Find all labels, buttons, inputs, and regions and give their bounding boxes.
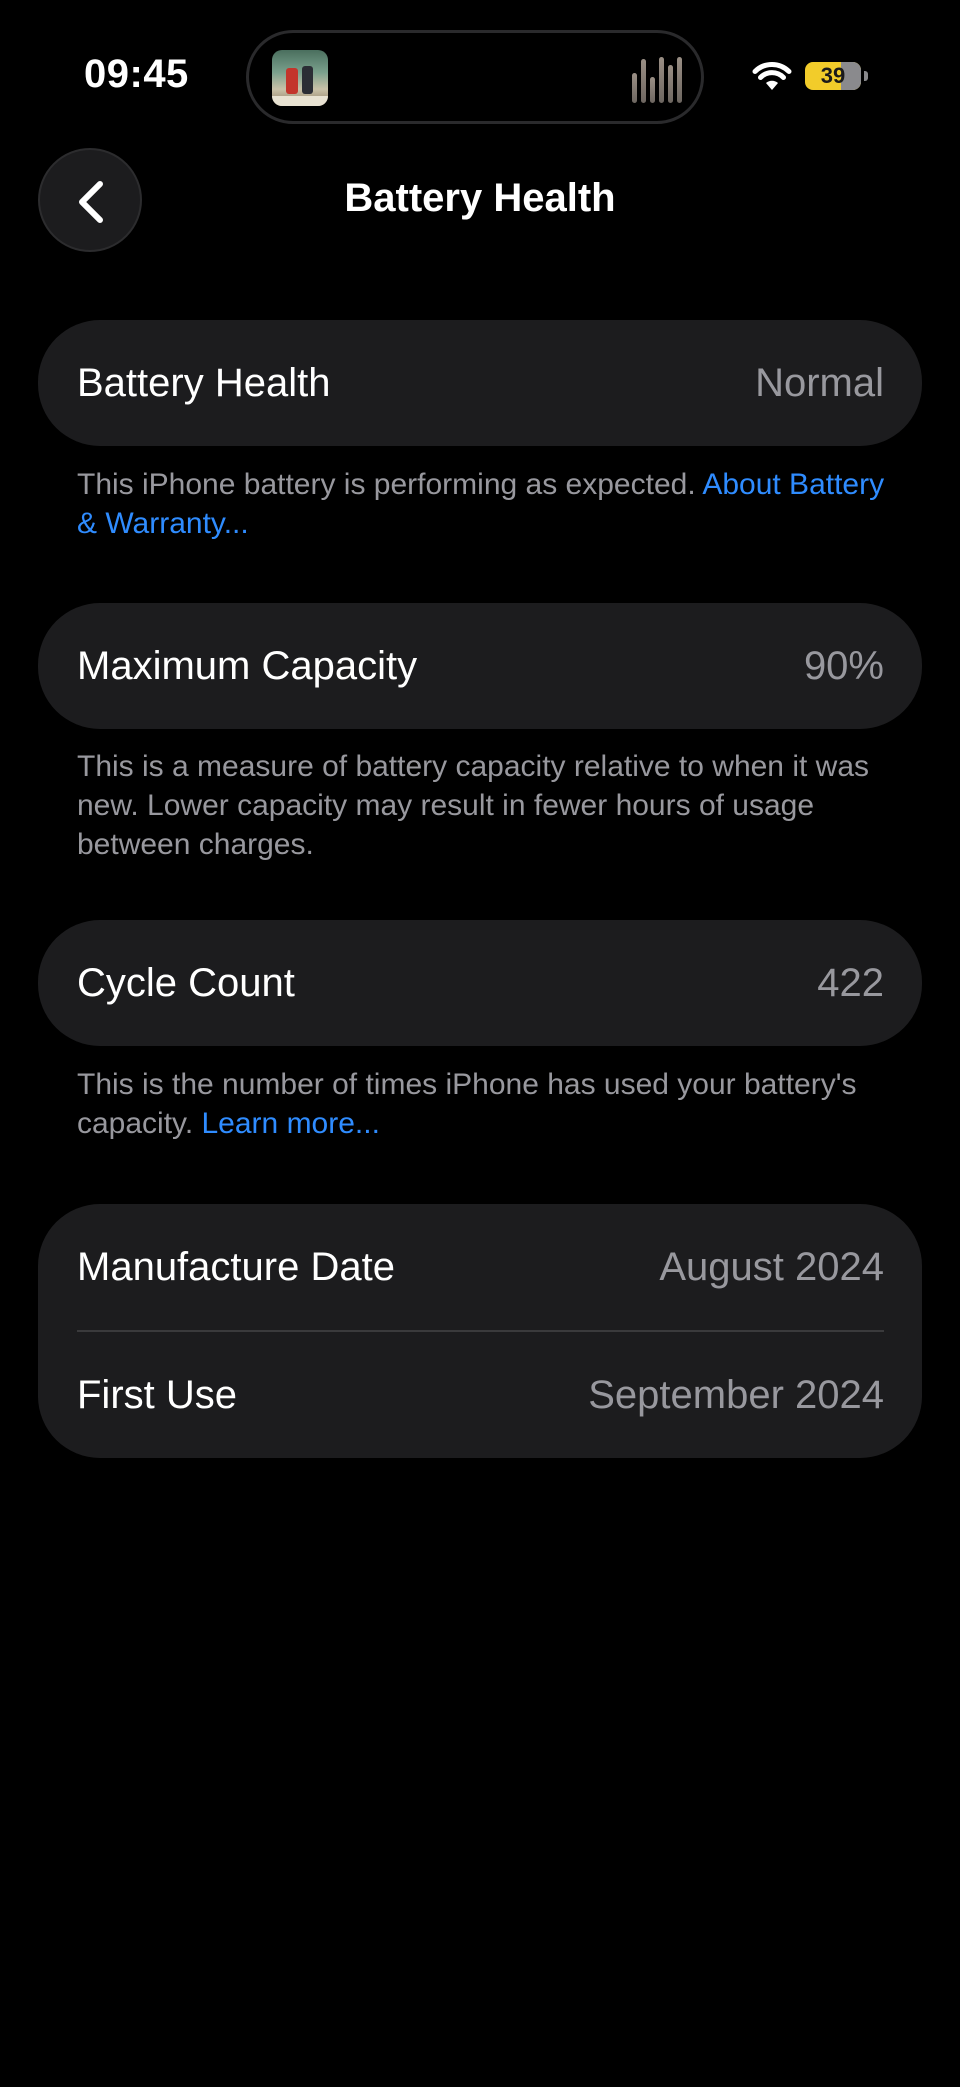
- battery-health-footnote-text: This iPhone battery is performing as exp…: [77, 468, 703, 501]
- first-use-label: First Use: [77, 1372, 237, 1417]
- cycle-count-footnote-text: This is the number of times iPhone has u…: [77, 1068, 857, 1140]
- first-use-row: First Use September 2024: [38, 1332, 922, 1458]
- maximum-capacity-card: Maximum Capacity 90%: [38, 603, 922, 729]
- battery-health-value: Normal: [755, 360, 884, 405]
- page-title: Battery Health: [344, 176, 616, 220]
- manufacture-date-value: August 2024: [659, 1244, 884, 1289]
- maximum-capacity-value: 90%: [803, 643, 884, 688]
- dynamic-island[interactable]: [246, 30, 704, 124]
- learn-more-link[interactable]: Learn more...: [202, 1107, 380, 1140]
- battery-health-screen: 09:45 39 Battery Health Battery Health N…: [0, 0, 960, 2087]
- cycle-count-card: Cycle Count 422: [38, 920, 922, 1046]
- maximum-capacity-label: Maximum Capacity: [77, 643, 418, 688]
- battery-health-label: Battery Health: [77, 360, 331, 405]
- now-playing-artwork-icon[interactable]: [272, 50, 328, 106]
- wifi-icon: [752, 61, 792, 90]
- maximum-capacity-footnote: This is a measure of battery capacity re…: [77, 747, 897, 864]
- cycle-count-row: Cycle Count 422: [38, 920, 922, 1046]
- cycle-count-value: 422: [817, 960, 884, 1005]
- maximum-capacity-footnote-text: This is a measure of battery capacity re…: [77, 750, 870, 861]
- battery-nub: [864, 71, 868, 81]
- battery-health-footnote: This iPhone battery is performing as exp…: [77, 465, 897, 543]
- audio-waveform-icon: [632, 55, 682, 103]
- cycle-count-footnote: This is the number of times iPhone has u…: [77, 1065, 897, 1143]
- first-use-value: September 2024: [588, 1372, 884, 1417]
- battery-health-card: Battery Health Normal: [38, 320, 922, 446]
- battery-dates-card: Manufacture Date August 2024 First Use S…: [38, 1204, 922, 1458]
- manufacture-date-row: Manufacture Date August 2024: [38, 1204, 922, 1330]
- battery-health-row: Battery Health Normal: [38, 320, 922, 446]
- battery-icon: 39: [805, 62, 861, 90]
- status-time: 09:45: [84, 52, 189, 96]
- battery-level: 39: [820, 63, 846, 88]
- maximum-capacity-row: Maximum Capacity 90%: [38, 603, 922, 729]
- manufacture-date-label: Manufacture Date: [77, 1244, 395, 1289]
- cycle-count-label: Cycle Count: [77, 960, 295, 1005]
